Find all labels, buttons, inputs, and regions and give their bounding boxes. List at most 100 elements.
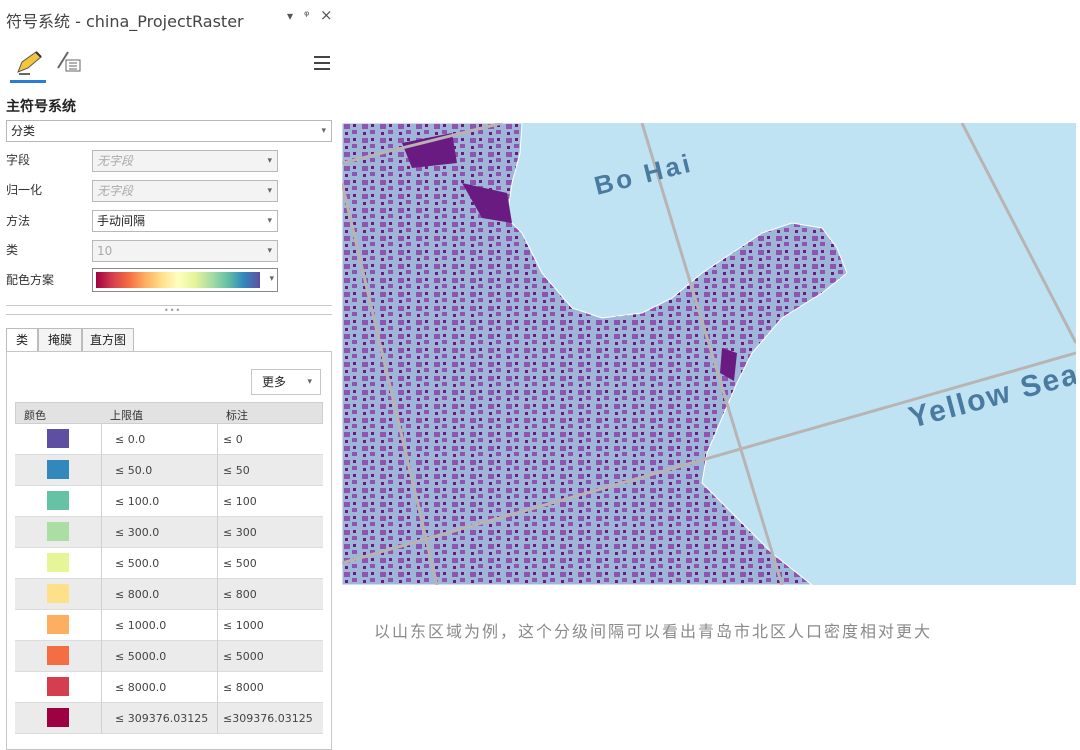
upper-value-cell[interactable]: ≤ 50.0 — [115, 464, 152, 477]
symbology-mode-tabs — [8, 44, 333, 86]
pane-titlebar: 符号系统 - china_ProjectRaster ▾ ᵠ × — [0, 0, 338, 36]
normalization-label: 归一化 — [6, 183, 43, 197]
table-row[interactable]: ≤ 300.0 ≤ 300 — [15, 517, 323, 548]
column-divider — [217, 424, 218, 455]
classes-panel: 更多 ▾ 颜色 上限值 标注 ≤ 0.0 ≤ 0 ≤ 50.0 ≤ 50 ≤ 100.0… — [6, 351, 332, 750]
tab-histogram[interactable]: 直方图 — [82, 328, 134, 352]
field-select[interactable]: 无字段 ▾ — [92, 150, 278, 172]
renderer-select[interactable]: 分类 ▾ — [6, 120, 332, 142]
column-divider — [101, 548, 102, 579]
upper-value-cell[interactable]: ≤ 0.0 — [115, 433, 145, 446]
label-cell[interactable]: ≤ 1000 — [223, 619, 264, 632]
column-divider — [217, 672, 218, 703]
upper-value-cell[interactable]: ≤ 800.0 — [115, 588, 159, 601]
color-swatch[interactable] — [47, 522, 69, 541]
upper-value-cell[interactable]: ≤ 5000.0 — [115, 650, 166, 663]
color-swatch[interactable] — [47, 429, 69, 448]
column-divider — [101, 641, 102, 672]
primary-symbology-tab[interactable] — [16, 48, 46, 76]
pane-options-dropdown[interactable]: ▾ — [287, 9, 293, 23]
label-cell[interactable]: ≤ 8000 — [223, 681, 264, 694]
color-swatch[interactable] — [47, 677, 69, 696]
table-row[interactable]: ≤ 0.0 ≤ 0 — [15, 424, 323, 455]
table-body: ≤ 0.0 ≤ 0 ≤ 50.0 ≤ 50 ≤ 100.0 ≤ 100 ≤ 300.0 ≤ 3… — [15, 424, 323, 734]
column-divider — [217, 610, 218, 641]
color-swatch[interactable] — [47, 553, 69, 572]
upper-value-cell[interactable]: ≤ 300.0 — [115, 526, 159, 539]
color-swatch[interactable] — [47, 491, 69, 510]
tab-mask[interactable]: 掩膜 — [38, 328, 82, 352]
method-select[interactable]: 手动间隔 ▾ — [92, 210, 278, 232]
map-view[interactable]: Bo Hai Yellow Sea — [342, 123, 1076, 585]
color-swatch[interactable] — [47, 584, 69, 603]
color-ramp-preview — [96, 272, 260, 288]
caption-text: 以山东区域为例，这个分级间隔可以看出青岛市北区人口密度相对更大 — [374, 622, 933, 641]
section-title: 主符号系统 — [6, 99, 76, 115]
classes-value: 10 — [97, 244, 113, 258]
vary-symbology-tab[interactable] — [54, 48, 84, 76]
panel-splitter[interactable]: ••• — [6, 305, 332, 315]
upper-value-cell[interactable]: ≤ 1000.0 — [115, 619, 166, 632]
col-upper-value: 上限值 — [110, 409, 143, 422]
label-cell[interactable]: ≤ 0 — [223, 433, 243, 446]
chevron-down-icon: ▾ — [267, 186, 272, 196]
table-row[interactable]: ≤ 100.0 ≤ 100 — [15, 486, 323, 517]
color-swatch[interactable] — [47, 646, 69, 665]
chevron-down-icon: ▾ — [267, 216, 272, 226]
active-tab-indicator — [10, 80, 46, 83]
upper-value-cell[interactable]: ≤ 100.0 — [115, 495, 159, 508]
symbology-pane: 符号系统 - china_ProjectRaster ▾ ᵠ × 主符号系统 分… — [0, 0, 338, 750]
classes-table: 颜色 上限值 标注 ≤ 0.0 ≤ 0 ≤ 50.0 ≤ 50 ≤ 100.0 ≤ 100… — [15, 402, 323, 734]
chevron-down-icon: ▾ — [307, 377, 312, 387]
label-cell[interactable]: ≤ 50 — [223, 464, 250, 477]
normalization-select[interactable]: 无字段 ▾ — [92, 180, 278, 202]
column-divider — [217, 455, 218, 486]
tab-classes[interactable]: 类 — [6, 328, 38, 353]
color-swatch[interactable] — [47, 460, 69, 479]
table-row[interactable]: ≤ 5000.0 ≤ 5000 — [15, 641, 323, 672]
color-swatch[interactable] — [47, 615, 69, 634]
column-divider — [101, 579, 102, 610]
table-row[interactable]: ≤ 50.0 ≤ 50 — [15, 455, 323, 486]
upper-value-cell[interactable]: ≤ 8000.0 — [115, 681, 166, 694]
table-row[interactable]: ≤ 8000.0 ≤ 8000 — [15, 672, 323, 703]
renderer-value: 分类 — [11, 124, 36, 138]
classes-select[interactable]: 10 ▾ — [92, 240, 278, 262]
column-divider — [217, 517, 218, 548]
column-divider — [101, 610, 102, 641]
more-button[interactable]: 更多 ▾ — [251, 369, 321, 395]
color-swatch[interactable] — [47, 708, 69, 727]
table-header: 颜色 上限值 标注 — [15, 402, 323, 424]
table-row[interactable]: ≤ 309376.03125 ≤309376.03125 — [15, 703, 323, 734]
label-cell[interactable]: ≤ 500 — [223, 557, 257, 570]
column-divider — [101, 703, 102, 734]
column-divider — [217, 486, 218, 517]
table-row[interactable]: ≤ 1000.0 ≤ 1000 — [15, 610, 323, 641]
color-scheme-select[interactable]: ▾ — [92, 268, 278, 292]
chevron-down-icon: ▾ — [267, 156, 272, 166]
pane-title: 符号系统 - china_ProjectRaster — [6, 12, 244, 31]
label-cell[interactable]: ≤309376.03125 — [223, 712, 313, 725]
column-divider — [101, 517, 102, 548]
close-icon[interactable]: × — [320, 6, 333, 24]
table-row[interactable]: ≤ 800.0 ≤ 800 — [15, 579, 323, 610]
column-divider — [217, 548, 218, 579]
field-label: 字段 — [6, 153, 31, 167]
column-divider — [101, 672, 102, 703]
label-cell[interactable]: ≤ 300 — [223, 526, 257, 539]
upper-value-cell[interactable]: ≤ 500.0 — [115, 557, 159, 570]
column-divider — [101, 486, 102, 517]
classes-label: 类 — [6, 243, 19, 257]
column-divider — [217, 641, 218, 672]
column-divider — [101, 424, 102, 455]
label-cell[interactable]: ≤ 100 — [223, 495, 257, 508]
upper-value-cell[interactable]: ≤ 309376.03125 — [115, 712, 208, 725]
hamburger-menu-icon[interactable] — [314, 56, 330, 72]
pin-icon[interactable]: ᵠ — [304, 9, 309, 24]
label-cell[interactable]: ≤ 5000 — [223, 650, 264, 663]
method-value: 手动间隔 — [97, 214, 146, 228]
color-scheme-label: 配色方案 — [6, 273, 55, 287]
col-color: 颜色 — [24, 409, 46, 422]
label-cell[interactable]: ≤ 800 — [223, 588, 257, 601]
table-row[interactable]: ≤ 500.0 ≤ 500 — [15, 548, 323, 579]
